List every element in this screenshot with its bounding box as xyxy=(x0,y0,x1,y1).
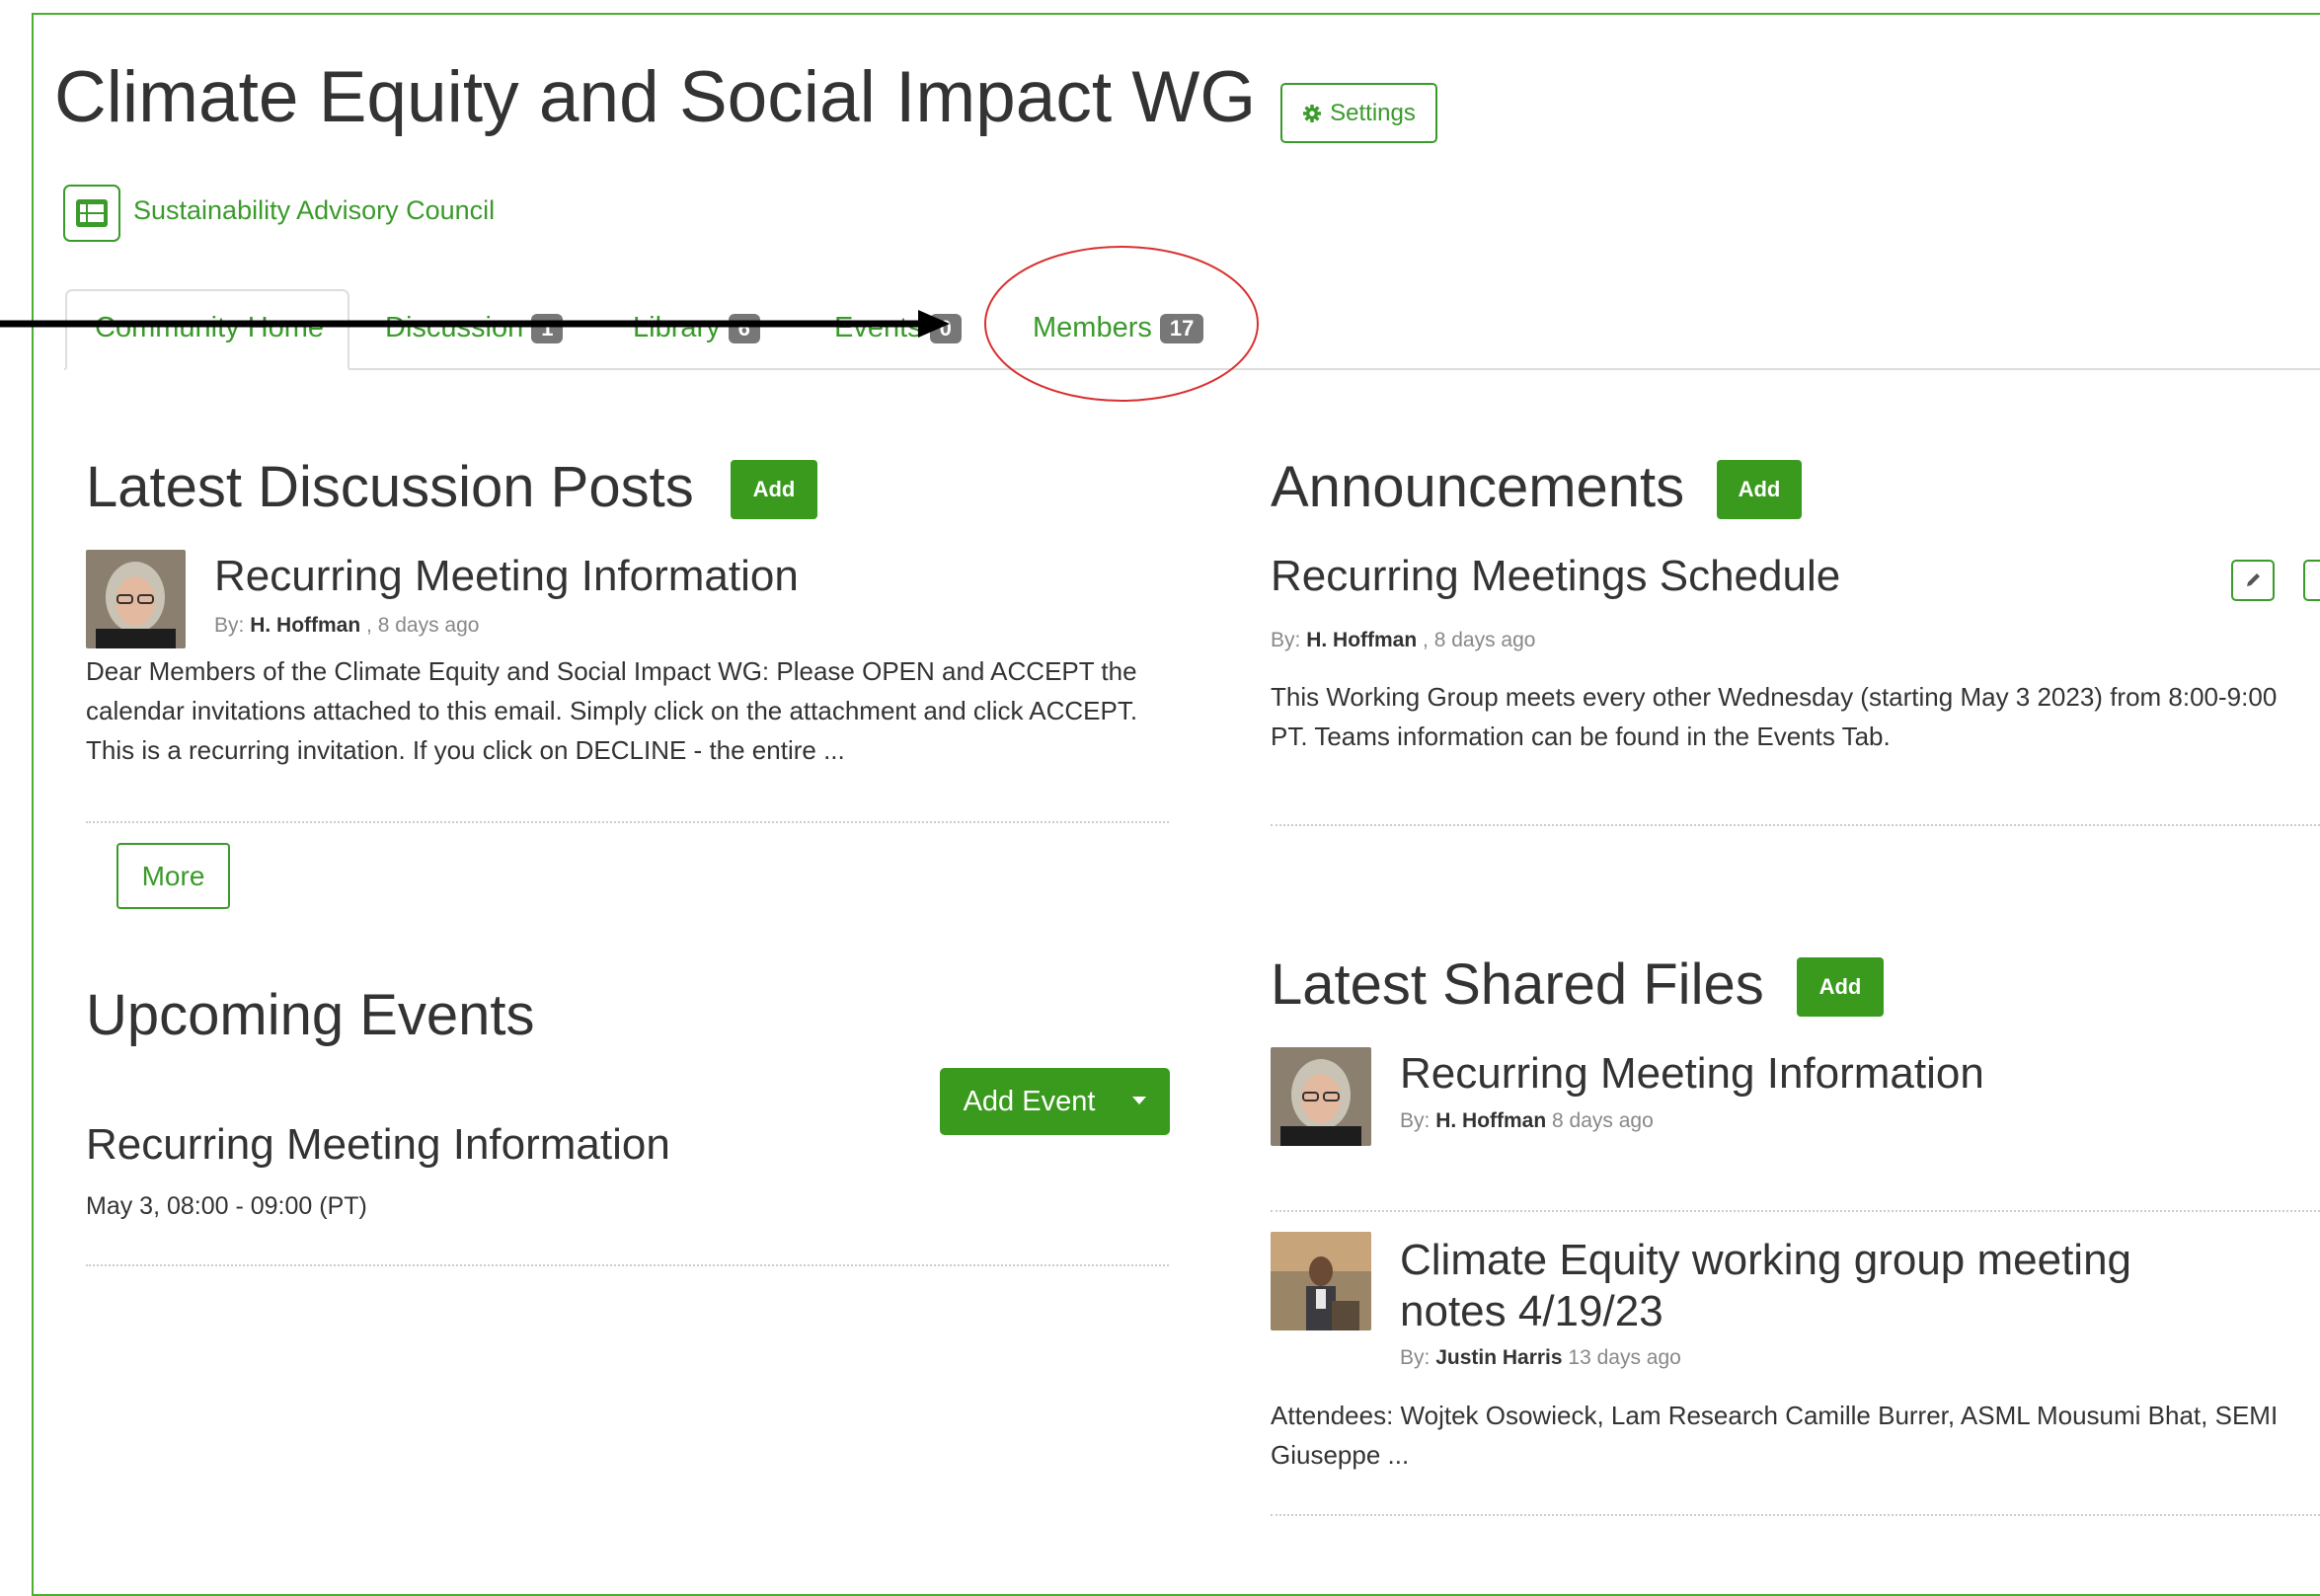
file-title-line: notes 4/19/23 xyxy=(1400,1287,1663,1335)
announcement-body: This Working Group meets every other Wed… xyxy=(1271,682,2278,751)
parent-community-link[interactable]: Sustainability Advisory Council xyxy=(133,195,495,226)
edit-button[interactable] xyxy=(2231,560,2275,601)
events-heading: Upcoming Events xyxy=(86,983,535,1047)
author-avatar[interactable] xyxy=(1271,1232,1371,1330)
annotation-overlay xyxy=(0,246,1259,402)
announcements-heading: Announcements xyxy=(1271,455,1685,519)
divider xyxy=(1271,1514,2320,1516)
add-event-label: Add Event xyxy=(963,1085,1096,1117)
announcement-title[interactable]: Recurring Meetings Schedule xyxy=(1271,555,1840,598)
discussion-post-title[interactable]: Recurring Meeting Information xyxy=(214,555,799,598)
by-prefix: By: xyxy=(1400,1109,1431,1132)
files-heading: Latest Shared Files xyxy=(1271,952,1764,1017)
list-icon xyxy=(76,199,108,227)
annotation-arrow-head xyxy=(918,310,950,338)
post-age: 8 days ago xyxy=(1552,1109,1654,1132)
community-icon[interactable] xyxy=(63,185,120,242)
event-title[interactable]: Recurring Meeting Information xyxy=(86,1120,670,1170)
more-button[interactable]: More xyxy=(116,843,230,909)
author-link[interactable]: H. Hoffman xyxy=(1306,629,1417,651)
file-meta: By: Justin Harris 13 days ago xyxy=(1400,1346,1681,1370)
settings-label: Settings xyxy=(1330,99,1416,126)
post-age: 13 days ago xyxy=(1568,1346,1681,1369)
author-link[interactable]: Justin Harris xyxy=(1435,1346,1562,1369)
gear-icon xyxy=(1303,104,1322,122)
add-event-button[interactable]: Add Event xyxy=(940,1068,1170,1135)
settings-button[interactable]: Settings xyxy=(1280,83,1437,143)
divider xyxy=(1271,824,2320,826)
add-announcement-button[interactable]: Add xyxy=(1717,460,1802,519)
author-link[interactable]: H. Hoffman xyxy=(250,614,360,637)
discussion-post-excerpt: Dear Members of the Climate Equity and S… xyxy=(86,656,1138,765)
discussion-post-meta: By: H. Hoffman , 8 days ago xyxy=(214,614,479,638)
annotation-circle xyxy=(984,246,1259,402)
divider xyxy=(86,1264,1169,1266)
divider xyxy=(86,821,1169,823)
post-age: , 8 days ago xyxy=(366,614,480,637)
file-meta: By: H. Hoffman 8 days ago xyxy=(1400,1109,1654,1133)
discussion-heading: Latest Discussion Posts xyxy=(86,455,694,519)
file-excerpt: Attendees: Wojtek Osowieck, Lam Research… xyxy=(1271,1401,2279,1470)
caret-down-icon xyxy=(1132,1097,1147,1104)
add-file-button[interactable]: Add xyxy=(1797,957,1884,1017)
page-title: Climate Equity and Social Impact WG xyxy=(54,57,1257,137)
post-age: , 8 days ago xyxy=(1423,629,1536,651)
announcement-meta: By: H. Hoffman , 8 days ago xyxy=(1271,629,1535,652)
author-link[interactable]: H. Hoffman xyxy=(1435,1109,1546,1132)
by-prefix: By: xyxy=(1400,1346,1431,1369)
author-avatar[interactable] xyxy=(1271,1047,1371,1146)
pencil-icon xyxy=(2247,573,2260,586)
by-prefix: By: xyxy=(214,614,245,637)
by-prefix: By: xyxy=(1271,629,1301,651)
divider xyxy=(1271,1210,2320,1212)
file-title-line: Climate Equity working group meeting xyxy=(1400,1236,2132,1284)
file-title[interactable]: Climate Equity working group meeting not… xyxy=(1400,1235,2131,1337)
file-title[interactable]: Recurring Meeting Information xyxy=(1400,1052,1984,1096)
add-discussion-button[interactable]: Add xyxy=(731,460,817,519)
delete-button[interactable] xyxy=(2303,560,2320,601)
event-datetime: May 3, 08:00 - 09:00 (PT) xyxy=(86,1192,367,1220)
author-avatar[interactable] xyxy=(86,550,186,648)
